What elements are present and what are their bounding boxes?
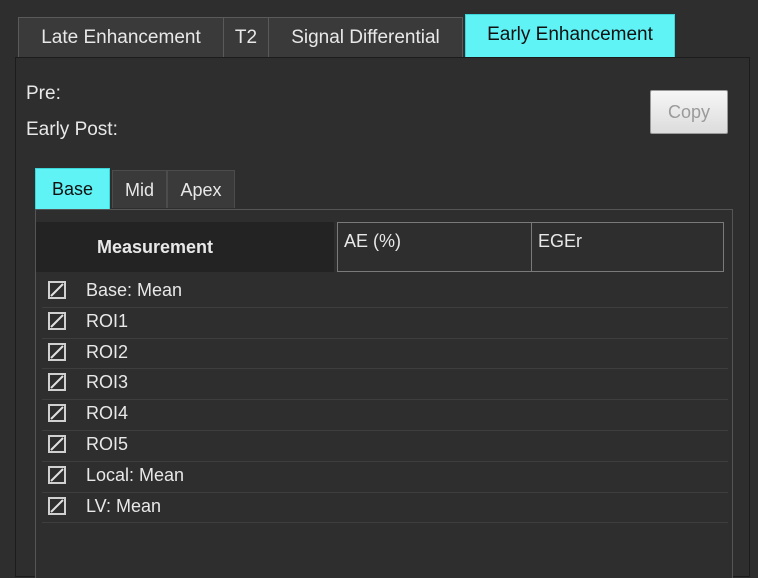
subtab-base[interactable]: Base — [35, 168, 110, 210]
table-row: Local: Mean — [42, 462, 728, 493]
main-tab-bar: Late Enhancement T2 Signal Differential … — [0, 0, 758, 58]
copy-button[interactable]: Copy — [650, 90, 728, 134]
checkbox-roi4[interactable] — [48, 404, 66, 423]
checkmark-icon — [50, 375, 64, 390]
checkbox-local-mean[interactable] — [48, 465, 66, 484]
header-eger: EGEr — [531, 222, 724, 272]
checkmark-icon — [50, 314, 64, 328]
checkbox-roi5[interactable] — [48, 434, 66, 453]
row-label: Local: Mean — [86, 464, 185, 485]
pre-label: Pre: — [26, 83, 61, 104]
checkbox-roi1[interactable] — [48, 311, 66, 330]
row-label: ROI3 — [86, 372, 129, 393]
table-row: LV: Mean — [42, 493, 728, 524]
checkbox-base-mean[interactable] — [48, 281, 66, 299]
subtab-mid[interactable]: Mid — [112, 170, 167, 208]
row-label: Base: Mean — [86, 280, 183, 300]
table-row: ROI2 — [42, 339, 728, 370]
checkmark-icon — [50, 344, 64, 359]
checkmark-icon — [50, 406, 64, 420]
subtab-apex[interactable]: Apex — [167, 170, 235, 208]
tab-early-enhancement[interactable]: Early Enhancement — [465, 14, 675, 58]
table-row: ROI3 — [42, 369, 728, 401]
measurement-table: Measurement AE (%) EGEr Base: Mean ROI1 … — [35, 209, 733, 578]
row-label: ROI5 — [86, 433, 129, 454]
checkbox-roi3[interactable] — [48, 373, 66, 392]
header-ae-percent: AE (%) — [337, 222, 533, 272]
tab-t2[interactable]: T2 — [223, 17, 269, 57]
checkmark-icon — [50, 468, 64, 482]
early-post-label: Early Post: — [26, 119, 118, 140]
checkmark-icon — [50, 498, 64, 513]
tab-signal-differential[interactable]: Signal Differential — [268, 17, 463, 57]
row-label: ROI4 — [86, 403, 129, 424]
checkmark-icon — [50, 437, 64, 451]
checkbox-lv-mean[interactable] — [48, 496, 66, 515]
table-row: ROI4 — [42, 400, 728, 431]
checkmark-icon — [50, 283, 64, 297]
table-row: ROI5 — [42, 431, 728, 462]
checkbox-roi2[interactable] — [48, 342, 66, 361]
row-label: ROI2 — [86, 341, 129, 362]
table-row: ROI1 — [42, 308, 728, 339]
early-enhancement-panel: Pre: Early Post: Copy Base Mid Apex Meas… — [15, 57, 750, 578]
row-label: ROI1 — [86, 310, 129, 331]
tab-late-enhancement[interactable]: Late Enhancement — [18, 17, 224, 57]
header-measurement: Measurement — [36, 222, 334, 272]
table-row: Base: Mean — [42, 277, 728, 308]
row-label: LV: Mean — [86, 495, 162, 516]
measurement-rows: Base: Mean ROI1 ROI2 ROI3 ROI4 ROI5 Loca… — [42, 277, 728, 524]
